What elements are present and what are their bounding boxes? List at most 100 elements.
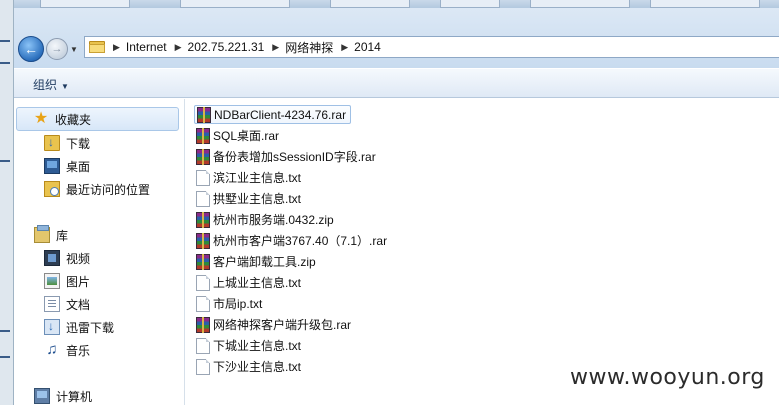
background-tab xyxy=(650,0,760,8)
file-item[interactable]: 备份表增加sSessionID字段.rar xyxy=(194,147,380,166)
watermark: www.wooyun.org xyxy=(570,365,765,390)
recent-pages-dropdown[interactable]: ▼ xyxy=(70,45,80,55)
file-item[interactable]: 杭州市服务端.0432.zip xyxy=(194,210,338,229)
text-file-icon xyxy=(196,169,210,186)
nav-label: 下载 xyxy=(66,136,91,151)
file-name: 杭州市服务端.0432.zip xyxy=(213,213,334,227)
file-item[interactable]: 下城业主信息.txt xyxy=(194,336,305,355)
file-item[interactable]: 网络神探客户端升级包.rar xyxy=(194,315,355,334)
nav-favorites[interactable]: ★ 收藏夹 xyxy=(16,107,179,131)
rar-archive-icon xyxy=(197,106,211,123)
nav-item-thunder-downloads[interactable]: 迅雷下载 xyxy=(44,317,114,337)
breadcrumb-current[interactable]: 2014 xyxy=(354,40,381,54)
breadcrumb-separator-icon[interactable]: ▶ xyxy=(113,42,120,53)
file-name: 杭州市客户端3767.40（7.1）.rar xyxy=(213,234,388,248)
file-name: 客户端卸载工具.zip xyxy=(213,255,316,269)
star-icon: ★ xyxy=(33,110,49,127)
downloads-folder-icon xyxy=(44,135,60,151)
documents-icon xyxy=(44,296,60,312)
background-tab xyxy=(40,0,130,8)
nav-computer[interactable]: 计算机 xyxy=(34,386,92,405)
back-button[interactable]: ← xyxy=(18,36,44,62)
file-item[interactable]: 市局ip.txt xyxy=(194,294,266,313)
background-mark xyxy=(0,356,10,358)
rar-archive-icon xyxy=(196,316,210,333)
organize-label: 组织 xyxy=(33,78,58,92)
file-item[interactable]: 客户端卸载工具.zip xyxy=(194,252,320,271)
nav-item-recent-places[interactable]: 最近访问的位置 xyxy=(44,179,150,199)
organize-button[interactable]: 组织 ▼ xyxy=(33,76,69,93)
file-item[interactable]: 下沙业主信息.txt xyxy=(194,357,305,376)
breadcrumb-internet[interactable]: Internet xyxy=(126,40,167,54)
pictures-icon xyxy=(44,273,60,289)
recent-places-icon xyxy=(44,181,60,197)
file-name: SQL桌面.rar xyxy=(213,129,280,143)
videos-icon xyxy=(44,250,60,266)
file-item[interactable]: SQL桌面.rar xyxy=(194,126,283,145)
breadcrumb-separator-icon[interactable]: ▶ xyxy=(175,42,182,53)
file-item[interactable]: 上城业主信息.txt xyxy=(194,273,305,292)
address-bar[interactable]: ▶ Internet ▶ 202.75.221.31 ▶ 网络神探 ▶ 2014 xyxy=(84,36,779,58)
background-mark xyxy=(0,62,10,64)
file-name: 下沙业主信息.txt xyxy=(213,360,302,374)
file-name: 下城业主信息.txt xyxy=(213,339,302,353)
rar-archive-icon xyxy=(196,253,210,270)
background-tab xyxy=(440,0,500,8)
text-file-icon xyxy=(196,337,210,354)
breadcrumb-separator-icon[interactable]: ▶ xyxy=(272,42,279,53)
background-window-strip xyxy=(0,0,779,8)
background-tab xyxy=(530,0,630,8)
music-icon: ♫ xyxy=(46,341,58,358)
nav-item-downloads[interactable]: 下载 xyxy=(44,133,90,153)
text-file-icon xyxy=(196,358,210,375)
back-arrow-icon: ← xyxy=(24,41,38,57)
file-name: 拱墅业主信息.txt xyxy=(213,192,302,206)
nav-libraries[interactable]: 库 xyxy=(34,225,68,245)
breadcrumb-folder[interactable]: 网络神探 xyxy=(285,39,333,56)
background-mark xyxy=(0,160,10,162)
nav-item-music[interactable]: ♫ 音乐 xyxy=(44,340,90,360)
background-tab xyxy=(180,0,290,8)
file-item[interactable]: 滨江业主信息.txt xyxy=(194,168,305,187)
rar-archive-icon xyxy=(196,127,210,144)
file-list: NDBarClient-4234.76.rar SQL桌面.rar 备份表增加s… xyxy=(186,99,779,405)
desktop-icon xyxy=(44,158,60,174)
folder-icon xyxy=(89,40,105,54)
rar-archive-icon xyxy=(196,232,210,249)
nav-label: 计算机 xyxy=(56,389,93,404)
nav-item-pictures[interactable]: 图片 xyxy=(44,271,90,291)
file-name: 备份表增加sSessionID字段.rar xyxy=(213,150,376,164)
file-item[interactable]: 拱墅业主信息.txt xyxy=(194,189,305,208)
text-file-icon xyxy=(196,295,210,312)
file-item[interactable]: NDBarClient-4234.76.rar xyxy=(194,105,352,124)
file-name: 上城业主信息.txt xyxy=(213,276,302,290)
chevron-down-icon: ▼ xyxy=(61,82,69,91)
nav-label: 文档 xyxy=(66,297,91,312)
file-name: 市局ip.txt xyxy=(213,297,263,311)
nav-label: 桌面 xyxy=(66,159,91,174)
text-file-icon xyxy=(196,274,210,291)
nav-item-videos[interactable]: 视频 xyxy=(44,248,90,268)
nav-label: 迅雷下载 xyxy=(66,320,115,335)
breadcrumb-separator-icon[interactable]: ▶ xyxy=(341,42,348,53)
rar-archive-icon xyxy=(196,211,210,228)
background-mark xyxy=(0,330,10,332)
breadcrumb-host[interactable]: 202.75.221.31 xyxy=(188,40,265,54)
nav-item-desktop[interactable]: 桌面 xyxy=(44,156,90,176)
thunder-download-icon xyxy=(44,319,60,335)
computer-icon xyxy=(34,388,50,404)
forward-arrow-icon: → xyxy=(51,43,63,55)
background-window-edge xyxy=(0,0,14,405)
file-item[interactable]: 杭州市客户端3767.40（7.1）.rar xyxy=(194,231,391,250)
file-name: 网络神探客户端升级包.rar xyxy=(213,318,352,332)
nav-label: 库 xyxy=(56,228,69,243)
nav-label: 最近访问的位置 xyxy=(66,182,151,197)
nav-label: 图片 xyxy=(66,274,91,289)
nav-item-documents[interactable]: 文档 xyxy=(44,294,90,314)
text-file-icon xyxy=(196,190,210,207)
forward-button[interactable]: → xyxy=(46,38,68,60)
nav-label: 视频 xyxy=(66,251,91,266)
file-name: NDBarClient-4234.76.rar xyxy=(214,107,347,122)
background-tab xyxy=(330,0,410,8)
file-name: 滨江业主信息.txt xyxy=(213,171,302,185)
